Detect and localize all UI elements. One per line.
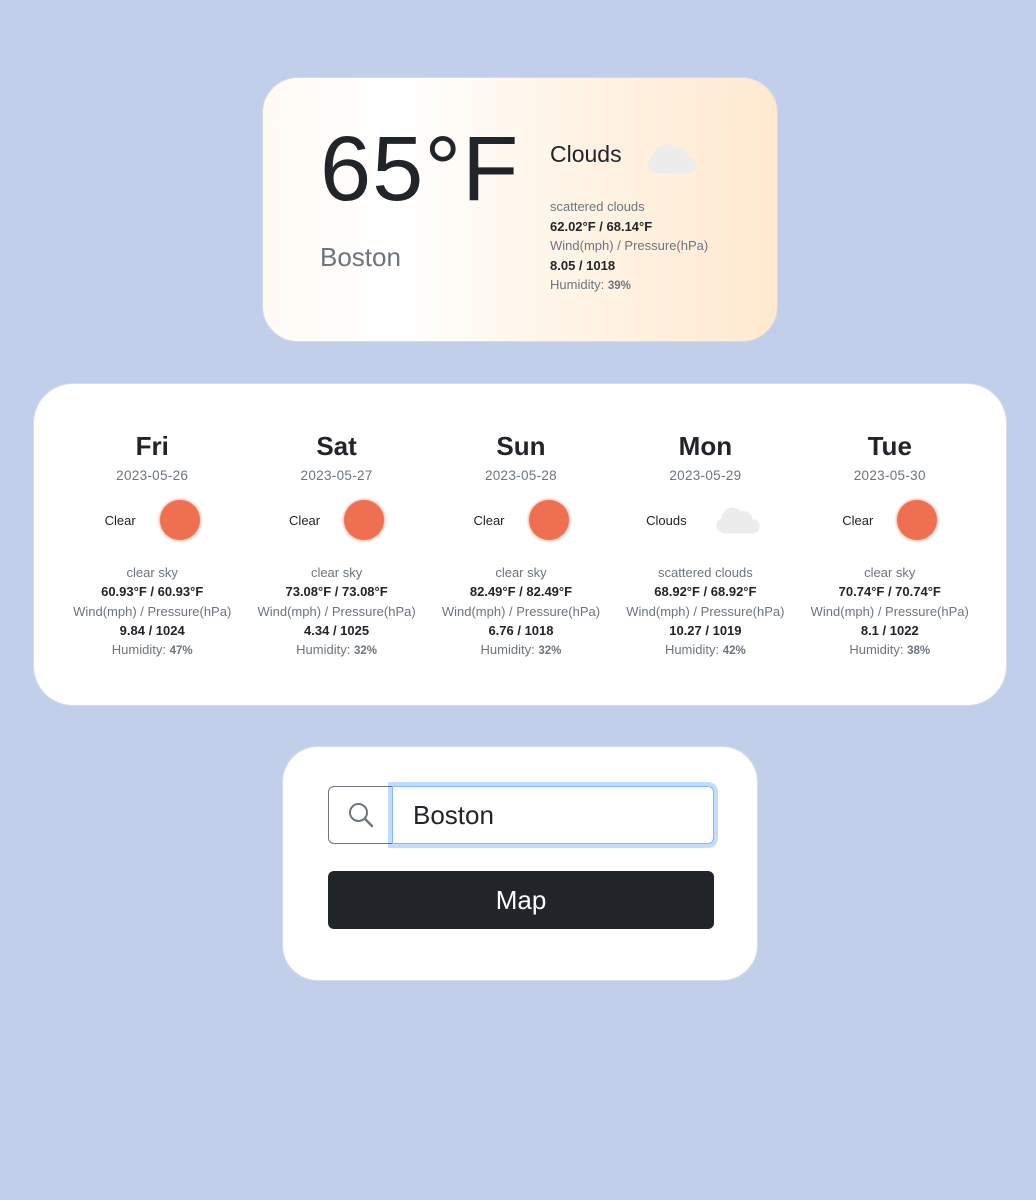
day-date: 2023-05-28 <box>484 468 557 483</box>
day-name: Sat <box>316 431 357 461</box>
day-humidity: Humidity: 32% <box>429 640 613 661</box>
day-description: scattered clouds <box>658 565 753 580</box>
humidity-value: 42% <box>722 645 746 658</box>
day-wind-pressure-label: Wind(mph) / Pressure(hPa) <box>810 603 969 619</box>
day-wind-pressure: 8.1 / 1022 <box>860 622 919 638</box>
humidity-value: 32% <box>353 645 377 658</box>
day-condition: Clear <box>244 495 428 545</box>
day-details: scattered clouds 68.92°F / 68.92°F Wind(… <box>613 563 797 661</box>
humidity-value: 38% <box>907 645 931 658</box>
search-icon <box>349 803 374 828</box>
sun-icon <box>159 500 200 540</box>
day-date: 2023-05-27 <box>300 468 373 483</box>
day-details: clear sky 60.93°F / 60.93°F Wind(mph) / … <box>60 563 244 661</box>
sun-icon <box>897 500 938 540</box>
day-description: clear sky <box>126 565 178 580</box>
day-wind-pressure-label: Wind(mph) / Pressure(hPa) <box>73 603 232 619</box>
humidity-label: Humidity: <box>111 642 166 658</box>
humidity-label: Humidity: <box>296 642 351 658</box>
day-name: Sun <box>496 431 546 461</box>
day-humidity: Humidity: 47% <box>60 640 244 661</box>
day-condition-label: Clear <box>842 512 874 528</box>
day-name: Fri <box>135 431 169 461</box>
sun-icon <box>344 500 385 540</box>
day-description: clear sky <box>495 565 547 580</box>
day-wind-pressure: 6.76 / 1018 <box>488 622 554 638</box>
current-wind-pressure-label: Wind(mph) / Pressure(hPa) <box>550 238 709 253</box>
current-description: scattered clouds <box>550 199 645 214</box>
day-condition-label: Clouds <box>646 512 687 528</box>
humidity-value: 39% <box>607 280 631 292</box>
humidity-value: 32% <box>538 645 562 658</box>
day-temp-range: 73.08°F / 73.08°F <box>285 584 388 600</box>
humidity-label: Humidity: <box>849 642 904 658</box>
humidity-value: 47% <box>169 645 193 658</box>
forecast-day: Sun 2023-05-28 Clear clear sky 82.49°F /… <box>429 430 613 661</box>
day-condition: Clear <box>60 495 244 545</box>
day-description: clear sky <box>310 565 363 580</box>
forecast-day: Fri 2023-05-26 Clear clear sky 60.93°F /… <box>60 430 244 661</box>
day-temp-range: 70.74°F / 70.74°F <box>838 584 941 600</box>
day-details: clear sky 73.08°F / 73.08°F Wind(mph) / … <box>244 563 428 661</box>
day-condition: Clouds <box>613 495 797 545</box>
day-wind-pressure-label: Wind(mph) / Pressure(hPa) <box>626 603 785 619</box>
current-humidity: Humidity: 39% <box>550 275 708 297</box>
forecast-day: Sat 2023-05-27 Clear clear sky 73.08°F /… <box>244 430 428 661</box>
day-temp-range: 68.92°F / 68.92°F <box>654 584 757 600</box>
day-details: clear sky 70.74°F / 70.74°F Wind(mph) / … <box>798 563 982 661</box>
current-weather-card: 65°F Boston Clouds scattered clouds 62.0… <box>262 77 778 342</box>
current-city: Boston <box>320 242 401 272</box>
day-name: Tue <box>867 431 912 461</box>
day-condition-label: Clear <box>289 512 321 528</box>
day-temp-range: 60.93°F / 60.93°F <box>101 584 204 600</box>
day-date: 2023-05-29 <box>669 468 742 483</box>
day-temp-range: 82.49°F / 82.49°F <box>469 584 573 600</box>
search-card: Map <box>282 746 758 981</box>
day-condition: Clear <box>429 495 613 545</box>
day-date: 2023-05-26 <box>116 468 189 483</box>
day-wind-pressure: 9.84 / 1024 <box>119 622 185 638</box>
cloud-icon <box>642 138 702 183</box>
cloud-icon <box>715 507 760 534</box>
day-condition-label: Clear <box>104 512 136 528</box>
forecast-card: Fri 2023-05-26 Clear clear sky 60.93°F /… <box>33 383 1007 706</box>
day-name: Mon <box>678 431 733 461</box>
day-humidity: Humidity: 32% <box>244 640 428 661</box>
day-wind-pressure: 4.34 / 1025 <box>304 622 370 638</box>
day-condition-label: Clear <box>473 512 505 528</box>
humidity-label: Humidity: <box>664 642 720 658</box>
sun-icon <box>528 500 569 540</box>
day-date: 2023-05-30 <box>853 468 926 483</box>
day-humidity: Humidity: 38% <box>798 640 982 661</box>
forecast-days: Fri 2023-05-26 Clear clear sky 60.93°F /… <box>60 430 982 661</box>
map-button[interactable]: Map <box>328 871 714 929</box>
current-condition: Clouds <box>550 141 622 167</box>
day-wind-pressure-label: Wind(mph) / Pressure(hPa) <box>441 603 601 619</box>
day-condition: Clear <box>798 495 982 545</box>
day-description: clear sky <box>864 565 916 580</box>
city-search-input[interactable] <box>392 786 714 844</box>
day-wind-pressure-label: Wind(mph) / Pressure(hPa) <box>257 603 416 619</box>
humidity-label: Humidity: <box>550 277 605 292</box>
day-details: clear sky 82.49°F / 82.49°F Wind(mph) / … <box>429 563 613 661</box>
current-wind-pressure: 8.05 / 1018 <box>550 257 616 273</box>
humidity-label: Humidity: <box>480 642 535 658</box>
forecast-day: Tue 2023-05-30 Clear clear sky 70.74°F /… <box>798 430 982 661</box>
search-button[interactable] <box>328 786 394 844</box>
day-humidity: Humidity: 42% <box>613 640 797 661</box>
current-details: scattered clouds 62.02°F / 68.14°F Wind(… <box>550 197 708 297</box>
current-temperature: 65°F <box>320 118 520 220</box>
day-wind-pressure: 10.27 / 1019 <box>669 622 742 638</box>
current-temp-range: 62.02°F / 68.14°F <box>550 218 653 234</box>
forecast-day: Mon 2023-05-29 Clouds scattered clouds 6… <box>613 430 797 661</box>
